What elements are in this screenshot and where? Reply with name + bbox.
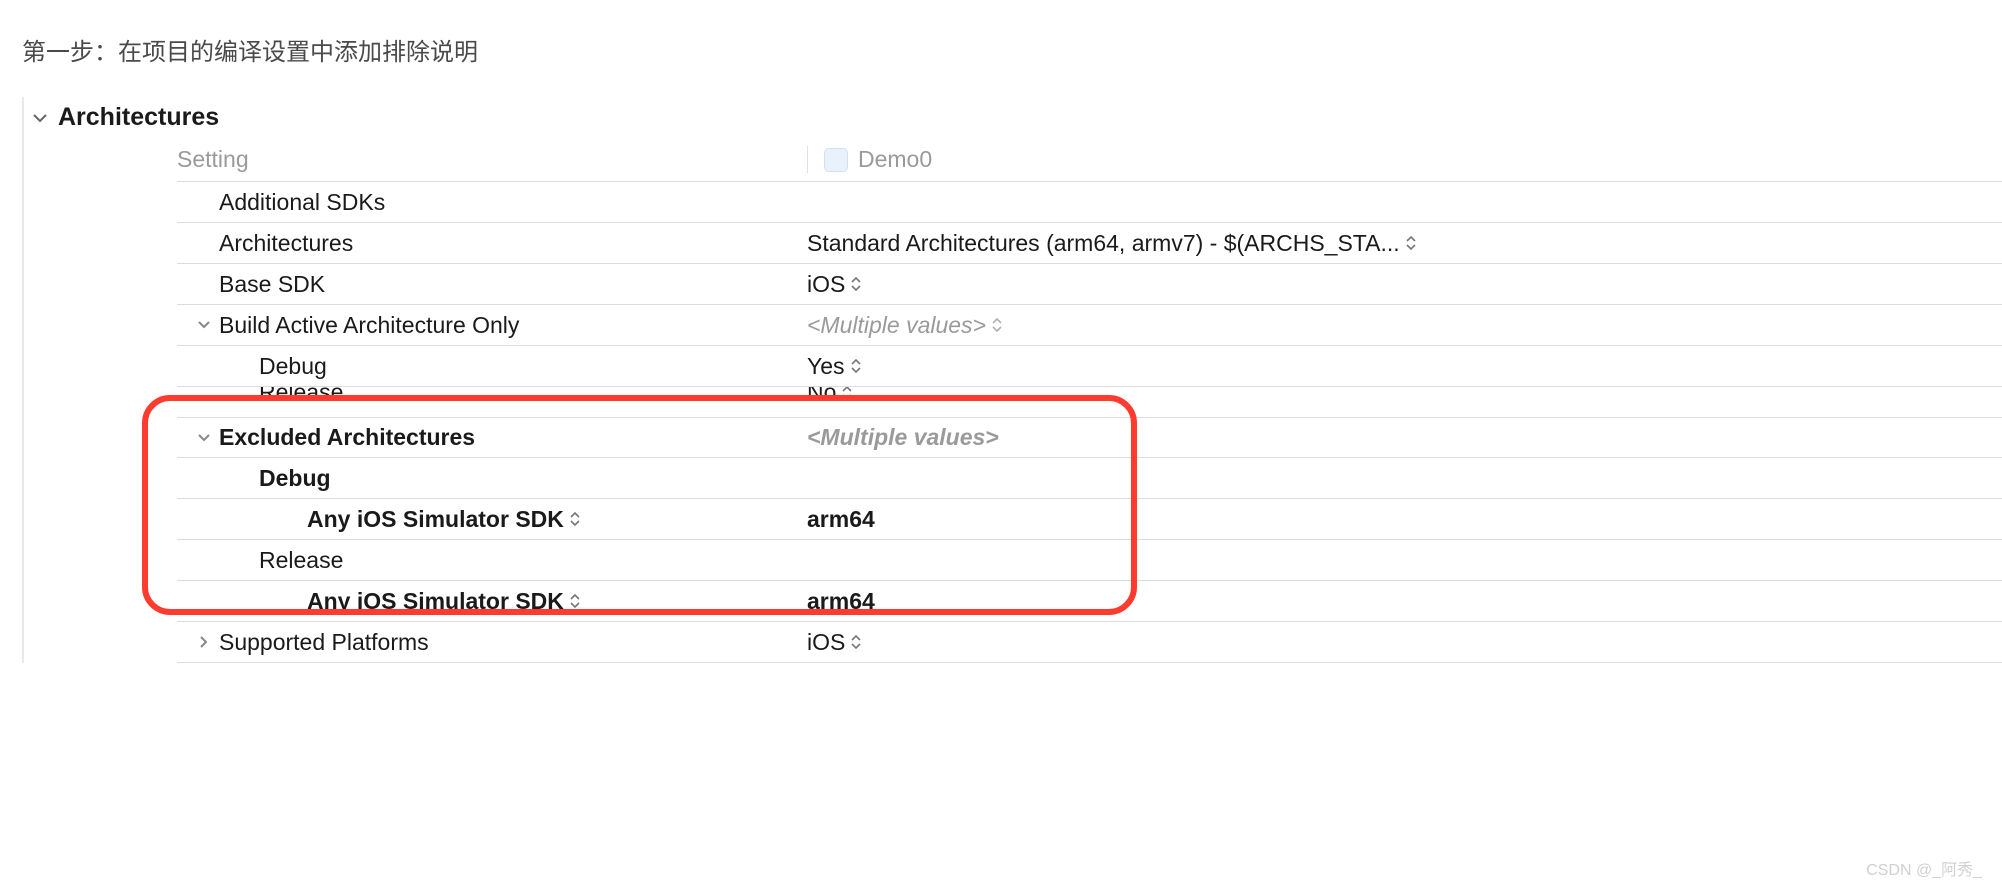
project-icon bbox=[824, 148, 848, 172]
label-build-active-debug: Debug bbox=[177, 353, 807, 380]
stepper-icon bbox=[851, 277, 861, 291]
instruction-text: 第一步：在项目的编译设置中添加排除说明 bbox=[0, 0, 2002, 67]
value-base-sdk[interactable]: iOS bbox=[807, 271, 2002, 298]
label-architectures: Architectures bbox=[177, 230, 807, 257]
label-excluded-debug-sim-text: Any iOS Simulator SDK bbox=[307, 506, 564, 533]
label-supported-platforms: Supported Platforms bbox=[177, 629, 807, 656]
value-excluded[interactable]: <Multiple values> bbox=[807, 424, 2002, 451]
row-excluded-debug[interactable]: Debug bbox=[177, 458, 2002, 499]
stepper-icon bbox=[842, 387, 852, 400]
value-build-active-text: <Multiple values> bbox=[807, 312, 986, 339]
column-setting-label: Setting bbox=[177, 146, 807, 173]
row-excluded-release[interactable]: Release bbox=[177, 540, 2002, 581]
stepper-icon bbox=[851, 635, 861, 649]
value-build-active[interactable]: <Multiple values> bbox=[807, 312, 2002, 339]
row-build-active[interactable]: Build Active Architecture Only <Multiple… bbox=[177, 305, 2002, 346]
section-title: Architectures bbox=[58, 103, 219, 132]
value-build-active-release[interactable]: No bbox=[807, 387, 2002, 406]
stepper-icon bbox=[851, 359, 861, 373]
chevron-down-icon[interactable] bbox=[195, 429, 213, 447]
row-excluded[interactable]: Excluded Architectures <Multiple values> bbox=[177, 417, 2002, 458]
column-project-label: Demo0 bbox=[807, 146, 2002, 173]
row-excluded-release-sim[interactable]: Any iOS Simulator SDK arm64 bbox=[177, 581, 2002, 622]
label-excluded-release: Release bbox=[177, 547, 807, 574]
label-build-active: Build Active Architecture Only bbox=[177, 312, 807, 339]
value-build-active-debug-text: Yes bbox=[807, 353, 845, 380]
label-excluded-debug-sim: Any iOS Simulator SDK bbox=[177, 506, 807, 533]
label-additional-sdks: Additional SDKs bbox=[177, 189, 807, 216]
row-build-active-debug[interactable]: Debug Yes bbox=[177, 346, 2002, 387]
value-architectures[interactable]: Standard Architectures (arm64, armv7) - … bbox=[807, 230, 2002, 257]
value-excluded-debug-sim[interactable]: arm64 bbox=[807, 506, 2002, 533]
row-additional-sdks[interactable]: Additional SDKs bbox=[177, 182, 2002, 223]
project-name: Demo0 bbox=[858, 146, 932, 173]
label-build-active-release: Release bbox=[177, 387, 807, 406]
row-excluded-debug-sim[interactable]: Any iOS Simulator SDK arm64 bbox=[177, 499, 2002, 540]
label-supported-platforms-text: Supported Platforms bbox=[219, 629, 429, 656]
section-header-architectures[interactable]: Architectures bbox=[32, 97, 2002, 138]
chevron-right-icon[interactable] bbox=[195, 633, 213, 651]
label-excluded-release-sim-text: Any iOS Simulator SDK bbox=[307, 588, 564, 615]
columns-header: Setting Demo0 bbox=[177, 138, 2002, 182]
stepper-icon bbox=[570, 512, 580, 526]
label-base-sdk: Base SDK bbox=[177, 271, 807, 298]
value-architectures-text: Standard Architectures (arm64, armv7) - … bbox=[807, 230, 1400, 257]
build-settings-panel: Architectures Setting Demo0 Additional S… bbox=[22, 97, 2002, 663]
label-excluded-release-sim: Any iOS Simulator SDK bbox=[177, 588, 807, 615]
row-base-sdk[interactable]: Base SDK iOS bbox=[177, 264, 2002, 305]
stepper-icon bbox=[1406, 236, 1416, 250]
label-excluded-debug: Debug bbox=[177, 465, 807, 492]
label-excluded-text: Excluded Architectures bbox=[219, 424, 475, 451]
value-build-active-debug[interactable]: Yes bbox=[807, 353, 2002, 380]
stepper-icon bbox=[570, 594, 580, 608]
value-excluded-text: <Multiple values> bbox=[807, 424, 999, 451]
row-build-active-release[interactable]: Release No bbox=[177, 387, 2002, 417]
stepper-icon bbox=[992, 318, 1002, 332]
chevron-down-icon bbox=[32, 110, 48, 126]
label-excluded: Excluded Architectures bbox=[177, 424, 807, 451]
value-supported-platforms-text: iOS bbox=[807, 629, 845, 656]
watermark: CSDN @_阿秀_ bbox=[1866, 856, 1982, 880]
row-supported-platforms[interactable]: Supported Platforms iOS bbox=[177, 622, 2002, 663]
value-base-sdk-text: iOS bbox=[807, 271, 845, 298]
chevron-down-icon[interactable] bbox=[195, 316, 213, 334]
row-architectures[interactable]: Architectures Standard Architectures (ar… bbox=[177, 223, 2002, 264]
label-build-active-text: Build Active Architecture Only bbox=[219, 312, 519, 339]
value-supported-platforms[interactable]: iOS bbox=[807, 629, 2002, 656]
value-excluded-release-sim[interactable]: arm64 bbox=[807, 588, 2002, 615]
value-build-active-release-text: No bbox=[807, 387, 836, 406]
